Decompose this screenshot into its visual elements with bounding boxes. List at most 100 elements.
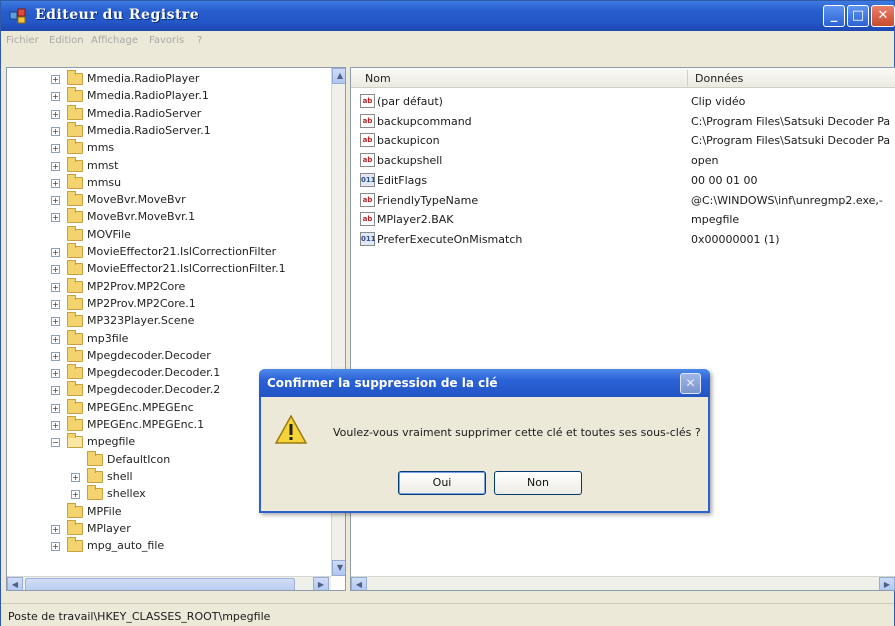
dialog-title-bar[interactable]: Confirmer la suppression de la clé ✕ xyxy=(259,369,710,397)
menu-favoris[interactable]: Favoris xyxy=(149,35,184,46)
value-row[interactable]: ab backupicon C:\Program Files\Satsuki Dec… xyxy=(351,131,895,150)
menu-affichage[interactable]: Affichage xyxy=(91,35,138,46)
expand-icon[interactable]: + xyxy=(51,161,60,171)
expand-icon[interactable]: + xyxy=(51,213,60,223)
expand-icon[interactable]: + xyxy=(51,265,60,275)
value-data: open xyxy=(691,154,719,168)
tree-node[interactable]: + Mmedia.RadioPlayer xyxy=(7,70,327,88)
expand-icon[interactable]: + xyxy=(51,92,60,102)
menu-edition[interactable]: Edition xyxy=(49,35,84,46)
folder-icon xyxy=(67,87,83,103)
scroll-right-arrow-icon[interactable]: ▶ xyxy=(879,577,895,590)
expand-icon[interactable]: + xyxy=(51,351,60,361)
values-horizontal-scrollbar[interactable]: ◀ ▶ xyxy=(351,576,895,590)
expand-icon[interactable]: + xyxy=(51,144,60,154)
string-value-icon: ab xyxy=(360,113,375,128)
tree-scroll-thumb[interactable] xyxy=(25,578,295,590)
tree-node-label: shell xyxy=(107,469,133,483)
tree-node-label: MOVFile xyxy=(87,227,131,241)
folder-icon xyxy=(67,139,83,155)
scroll-down-arrow-icon[interactable]: ▼ xyxy=(332,560,345,576)
expand-icon[interactable]: + xyxy=(51,524,60,534)
folder-icon xyxy=(87,467,103,483)
value-row[interactable]: 011 EditFlags 00 00 01 00 xyxy=(351,171,895,190)
folder-icon xyxy=(67,70,83,85)
expand-icon[interactable]: + xyxy=(71,472,80,482)
expand-icon[interactable]: + xyxy=(51,196,60,206)
tree-node[interactable]: + MovieEffector21.IslCorrectionFilter.1 xyxy=(7,260,327,278)
value-row[interactable]: ab backupshell open xyxy=(351,151,895,170)
tree-node[interactable]: + mp3file xyxy=(7,329,327,348)
tree-node[interactable]: + Mmedia.RadioPlayer.1 xyxy=(7,87,327,105)
yes-button[interactable]: Oui xyxy=(398,471,486,495)
regedit-icon xyxy=(9,8,26,24)
title-bar[interactable]: Editeur du Registre _ □ ✕ xyxy=(1,1,895,31)
expand-icon[interactable]: + xyxy=(51,109,60,119)
scroll-left-arrow-icon[interactable]: ◀ xyxy=(351,577,367,590)
no-button[interactable]: Non xyxy=(494,471,582,495)
menu-fichier[interactable]: Fichier xyxy=(6,35,39,46)
expand-icon[interactable]: + xyxy=(51,542,60,552)
string-value-icon: ab xyxy=(360,192,375,207)
close-button[interactable]: ✕ xyxy=(871,5,895,27)
tree-node-label: mms xyxy=(87,141,115,155)
expand-icon[interactable]: + xyxy=(51,403,60,413)
scroll-up-arrow-icon[interactable]: ▲ xyxy=(332,68,345,84)
tree-node[interactable]: + Mmedia.RadioServer.1 xyxy=(7,121,327,140)
value-row[interactable]: ab FriendlyTypeName @C:\WINDOWS\inf\unregm… xyxy=(351,191,895,210)
value-row[interactable]: ab MPlayer2.BAK mpegfile xyxy=(351,210,895,229)
tree-node[interactable]: + Mmedia.RadioServer xyxy=(7,104,327,123)
dialog-close-button[interactable]: ✕ xyxy=(680,373,701,394)
collapse-icon[interactable]: − xyxy=(51,438,60,448)
string-value-icon: ab xyxy=(360,133,375,148)
tree-node[interactable]: + MPlayer xyxy=(7,519,327,538)
menu-help[interactable]: ? xyxy=(197,35,202,46)
tree-node[interactable]: + mms xyxy=(7,139,327,157)
folder-open-icon xyxy=(67,433,83,449)
column-separator[interactable] xyxy=(687,70,688,86)
tree-horizontal-scrollbar[interactable]: ◀ ▶ xyxy=(7,576,331,590)
column-header-name[interactable]: Nom xyxy=(365,72,391,85)
expand-icon[interactable]: + xyxy=(51,248,60,257)
expand-icon[interactable]: + xyxy=(51,386,60,396)
expand-icon[interactable]: + xyxy=(51,282,60,292)
value-row[interactable]: ab (par défaut) Clip vidéo xyxy=(351,92,895,111)
tree-node[interactable]: + mpg_auto_file xyxy=(7,537,327,555)
tree-node[interactable]: + MovieEffector21.IslCorrectionFilter xyxy=(7,243,327,261)
value-data: 0x00000001 (1) xyxy=(691,232,780,246)
folder-icon xyxy=(67,537,83,553)
expand-icon[interactable]: + xyxy=(51,421,60,430)
maximize-button[interactable]: □ xyxy=(847,5,869,27)
values-header: Nom Données xyxy=(351,68,895,88)
column-header-data[interactable]: Données xyxy=(695,72,743,85)
scroll-left-arrow-icon[interactable]: ◀ xyxy=(7,577,23,590)
binary-value-icon: 011 xyxy=(360,172,376,187)
expand-icon[interactable]: + xyxy=(51,75,60,84)
tree-node[interactable]: + MP323Player.Scene xyxy=(7,312,327,330)
expand-icon[interactable]: + xyxy=(71,490,80,500)
tree-node[interactable]: + Mpegdecoder.Decoder xyxy=(7,346,327,365)
expand-icon[interactable]: + xyxy=(51,299,60,309)
value-row[interactable]: 011 PreferExecuteOnMismatch 0x00000001 (1) xyxy=(351,230,895,249)
minimize-button[interactable]: _ xyxy=(823,5,845,27)
scroll-right-arrow-icon[interactable]: ▶ xyxy=(313,577,329,590)
expand-icon[interactable]: + xyxy=(51,126,60,136)
expand-icon[interactable]: + xyxy=(51,317,60,327)
tree-node[interactable]: + MP2Prov.MP2Core.1 xyxy=(7,294,327,313)
folder-icon xyxy=(67,104,83,120)
string-value-icon: ab xyxy=(360,94,375,108)
expand-icon[interactable]: + xyxy=(51,369,60,379)
expand-icon[interactable]: + xyxy=(51,334,60,344)
tree-node-label: MovieEffector21.IslCorrectionFilter xyxy=(87,245,277,258)
tree-node[interactable]: + mmsu xyxy=(7,173,327,192)
tree-node[interactable]: + MoveBvr.MoveBvr xyxy=(7,191,327,209)
value-row[interactable]: ab backupcommand C:\Program Files\Satsuki … xyxy=(351,112,895,131)
folder-icon xyxy=(87,485,103,501)
tree-node[interactable]: + mmst xyxy=(7,156,327,175)
tree-node[interactable]: + MoveBvr.MoveBvr.1 xyxy=(7,208,327,226)
folder-icon xyxy=(67,191,83,207)
expand-icon[interactable]: + xyxy=(51,178,60,188)
status-path: Poste de travail\HKEY_CLASSES_ROOT\mpegf… xyxy=(8,610,271,623)
tree-node[interactable]: + MP2Prov.MP2Core xyxy=(7,277,327,296)
tree-node[interactable]: MOVFile xyxy=(7,225,327,244)
